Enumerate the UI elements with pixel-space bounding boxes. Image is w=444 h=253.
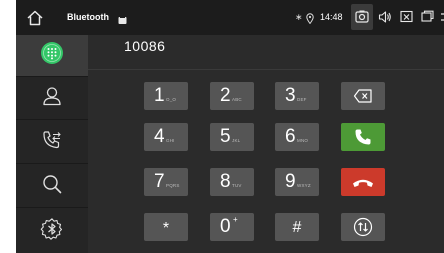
swap-call-icon: [353, 217, 373, 242]
key-1[interactable]: 1 O_O: [144, 82, 188, 110]
key-digit: 3: [285, 85, 296, 106]
key-digit: 2: [220, 85, 231, 106]
key-4[interactable]: 4 GHI: [144, 123, 188, 151]
key-digit: 5: [220, 126, 231, 147]
hangup-button[interactable]: [341, 168, 385, 196]
key-digit: 1: [154, 85, 165, 106]
key-letters: PQRS: [166, 183, 180, 188]
backspace-button[interactable]: [341, 82, 385, 110]
key-letters: O_O: [166, 97, 177, 102]
bluetooth-phone-screen: Bluetooth ∗ 14:48 10086 1 O_O 2 ABC 3 DE…: [16, 0, 444, 253]
key-letters: JKL: [232, 138, 241, 143]
key-letters: MNO: [297, 138, 309, 143]
key-star[interactable]: *: [144, 213, 188, 241]
back-icon[interactable]: [440, 10, 444, 24]
contact-person-icon: [41, 85, 63, 112]
location-pin-icon: [306, 11, 314, 25]
key-digit: 9: [285, 171, 296, 192]
status-bar: Bluetooth ∗ 14:48: [16, 0, 444, 35]
call-button[interactable]: [341, 123, 385, 151]
bluetooth-settings-icon: [40, 217, 64, 246]
key-8[interactable]: 8 TUV: [210, 168, 254, 196]
key-5[interactable]: 5 JKL: [210, 123, 254, 151]
divider: [88, 69, 444, 70]
app-title: Bluetooth: [67, 12, 109, 22]
key-hash[interactable]: #: [275, 213, 319, 241]
key-digit: #: [292, 219, 302, 236]
key-2[interactable]: 2 ABC: [210, 82, 254, 110]
key-letters: WXYZ: [297, 183, 311, 188]
key-digit: 4: [154, 126, 165, 147]
key-digit: *: [162, 220, 170, 237]
key-digit: 0: [220, 216, 231, 237]
phone-call-icon: [354, 128, 372, 151]
dialed-number: 10086: [124, 38, 166, 54]
swap-call-button[interactable]: [341, 213, 385, 241]
key-7[interactable]: 7 PQRS: [144, 168, 188, 196]
hangup-icon: [352, 176, 374, 194]
camera-button[interactable]: [351, 4, 373, 30]
bluetooth-icon: ∗: [295, 12, 303, 22]
key-letters: GHI: [166, 138, 175, 143]
sidebar-item-bluetooth-settings[interactable]: [16, 210, 88, 252]
window-icon[interactable]: [421, 10, 434, 23]
search-icon: [41, 173, 63, 200]
clock: 14:48: [320, 12, 343, 22]
key-letters: TUV: [232, 183, 242, 188]
sidebar-item-dialpad[interactable]: [16, 35, 88, 77]
key-letters: DEF: [297, 97, 307, 102]
home-icon[interactable]: [26, 9, 44, 27]
sidebar: [16, 35, 88, 253]
key-digit: 8: [220, 171, 231, 192]
call-log-icon: [41, 129, 63, 156]
key-0[interactable]: 0 +: [210, 213, 254, 241]
close-app-icon[interactable]: [400, 10, 413, 23]
key-letters: +: [233, 215, 238, 224]
key-6[interactable]: 6 MNO: [275, 123, 319, 151]
sidebar-item-search[interactable]: [16, 166, 88, 208]
key-3[interactable]: 3 DEF: [275, 82, 319, 110]
backspace-icon: [353, 88, 373, 109]
key-letters: ABC: [232, 97, 242, 102]
dialpad-icon: [40, 41, 64, 70]
volume-icon[interactable]: [378, 10, 392, 24]
sidebar-item-call-log[interactable]: [16, 122, 88, 164]
key-digit: 6: [285, 126, 296, 147]
key-digit: 7: [154, 171, 165, 192]
key-9[interactable]: 9 WXYZ: [275, 168, 319, 196]
sidebar-item-contacts[interactable]: [16, 78, 88, 120]
media-icon: [118, 12, 127, 24]
